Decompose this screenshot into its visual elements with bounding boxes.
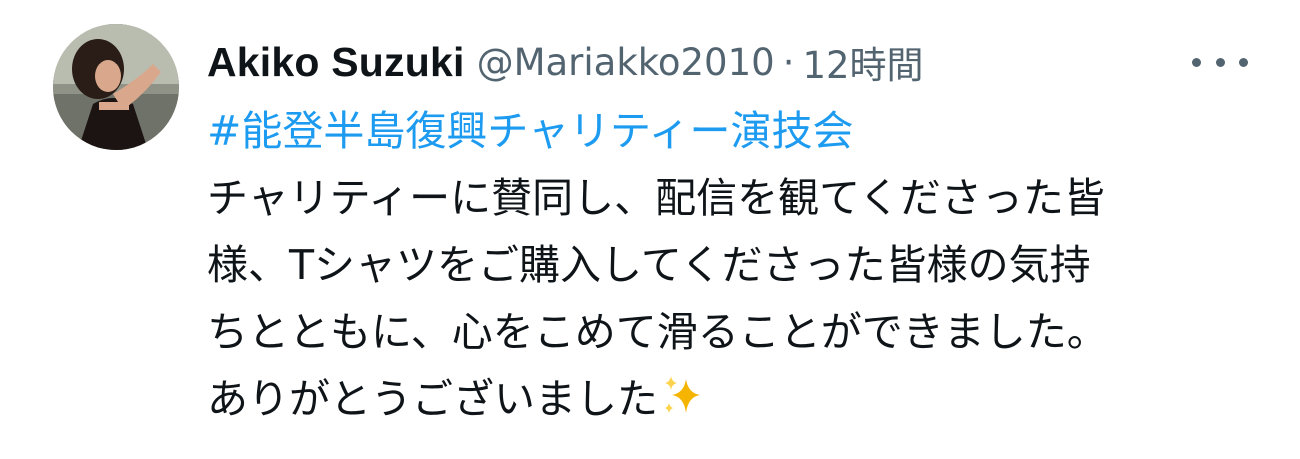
avatar[interactable] [53, 24, 179, 150]
avatar-photo [53, 24, 179, 150]
user-handle[interactable]: @Mariakko2010 [477, 41, 775, 84]
tweet-header: Akiko Suzuki @Mariakko2010 · 12時間 [207, 34, 924, 90]
more-dot [1215, 57, 1225, 67]
more-dot [1192, 57, 1201, 67]
separator-dot: · [782, 40, 795, 84]
more-dot [1239, 57, 1248, 67]
timestamp[interactable]: 12時間 [802, 35, 923, 89]
hashtag-link[interactable]: #能登半島復興チャリティー演技会 [207, 98, 1267, 165]
tweet-text-line-4-wrap: ありがとうございました [207, 366, 1267, 433]
sparkles-emoji-icon [660, 372, 706, 439]
tweet-text-line-2: 様、Tシャツをご購入してくださった皆様の気持 [207, 241, 1091, 289]
more-options-icon[interactable] [1192, 42, 1248, 82]
tweet-text-line-1: チャリティーに賛同し、配信を観てくださった皆 [207, 174, 1105, 222]
tweet-text-line-3: ちとともに、心をこめて滑ることができました。 [207, 308, 1108, 356]
tweet-text: #能登半島復興チャリティー演技会 チャリティーに賛同し、配信を観てくださった皆 … [207, 98, 1267, 433]
tweet-text-line-4: ありがとうございました [207, 375, 658, 423]
display-name[interactable]: Akiko Suzuki [207, 39, 465, 86]
tweet-card[interactable]: Akiko Suzuki @Mariakko2010 · 12時間 #能登半島復… [0, 0, 1300, 459]
